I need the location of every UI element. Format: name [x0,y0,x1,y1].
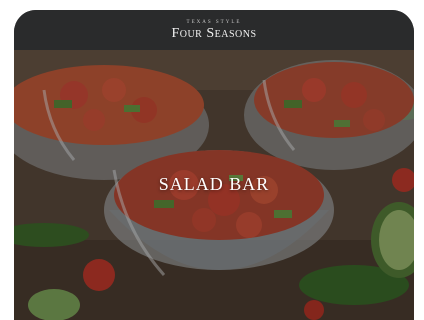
app-frame: TEXAS STYLE Four Seasons SALAD BAR [14,10,414,320]
hero-title: SALAD BAR [158,174,270,194]
logo-wordmark[interactable]: Four Seasons [171,26,256,42]
hero-banner[interactable]: SALAD BAR [14,50,414,320]
header-bar: TEXAS STYLE Four Seasons [14,10,414,50]
